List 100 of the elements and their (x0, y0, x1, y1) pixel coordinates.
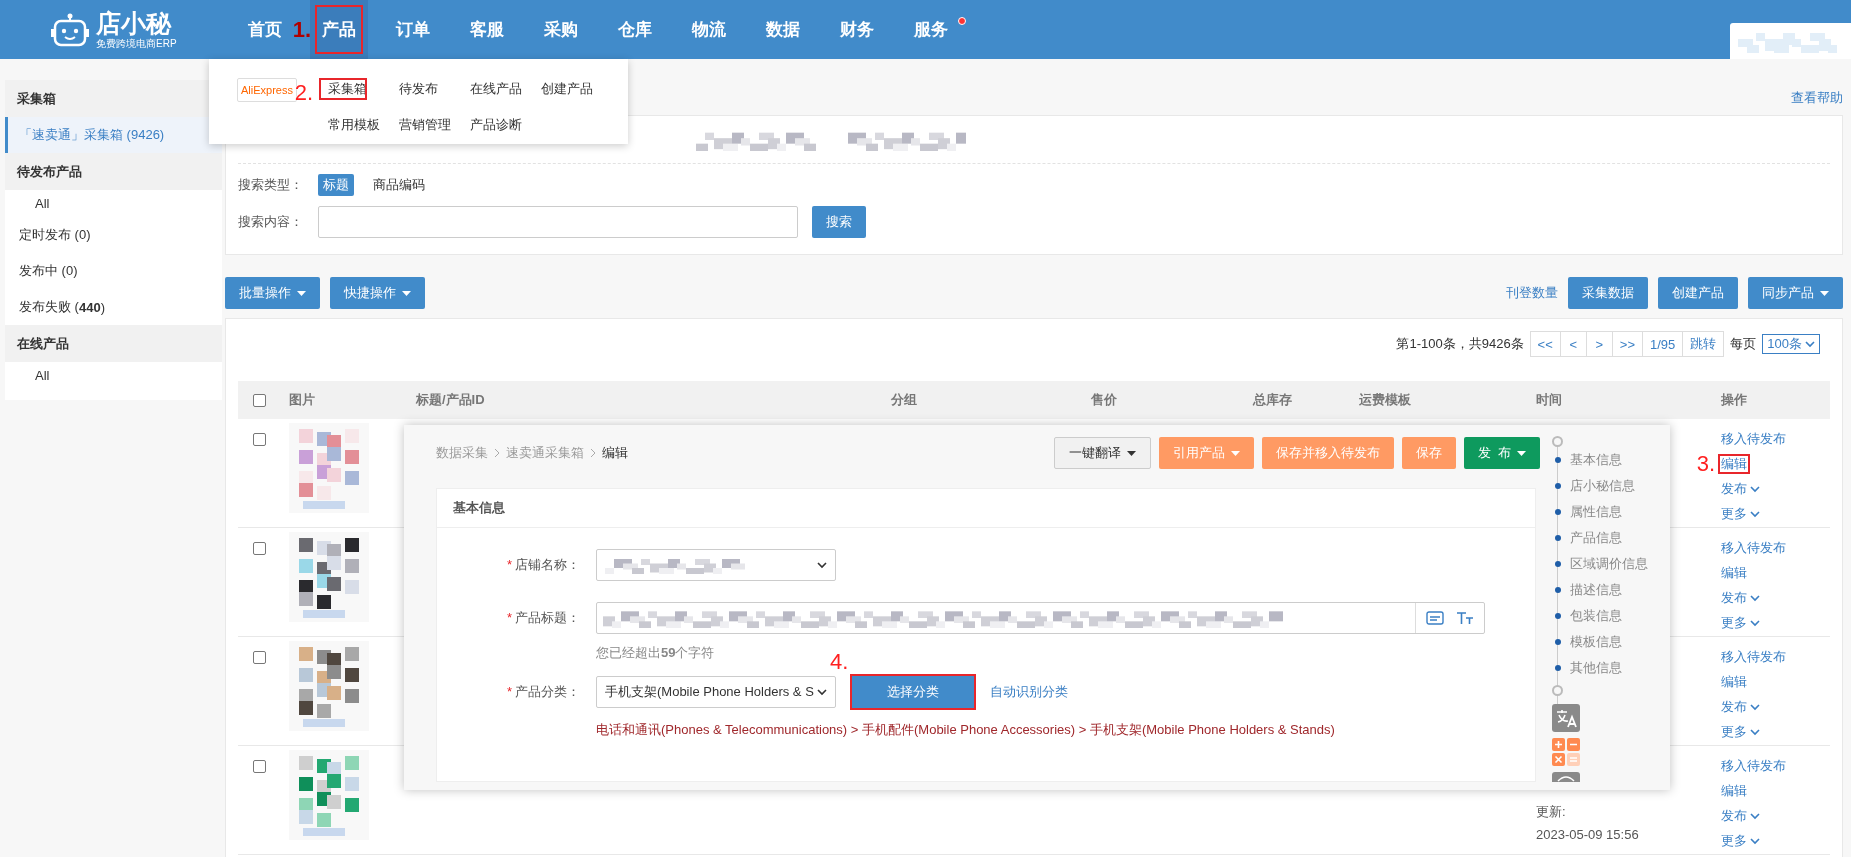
auto-detect-link[interactable]: 自动识别分类 (990, 683, 1068, 701)
editor-button[interactable]: 发 布 (1463, 437, 1540, 469)
row-checkbox[interactable] (253, 542, 266, 555)
toolbar-button[interactable]: 批量操作 (225, 277, 320, 309)
editor-button[interactable]: 一键翻译 (1053, 437, 1151, 469)
search-field[interactable] (318, 206, 798, 238)
nav-tab[interactable]: 仓库 (608, 0, 662, 59)
section-nav-item[interactable]: 模板信息 (1552, 629, 1670, 655)
pagination-button[interactable]: 1/95 (1643, 332, 1684, 356)
nav-tab[interactable]: 财务 (830, 0, 884, 59)
title-field[interactable] (596, 602, 1485, 634)
sidebar-item[interactable]: All (5, 362, 222, 389)
row-action-link[interactable]: 发布 (1718, 588, 1763, 608)
section-nav-item[interactable]: 店小秘信息 (1552, 473, 1670, 499)
select-all-checkbox[interactable] (253, 393, 266, 407)
row-action-link[interactable]: 发布 (1718, 806, 1763, 826)
breadcrumb-item[interactable]: 数据采集 (436, 444, 488, 462)
nav-tab[interactable]: 数据 (756, 0, 810, 59)
nav-tab[interactable]: 采购 (534, 0, 588, 59)
pagination-button[interactable]: << (1530, 332, 1561, 356)
row-action-link[interactable]: 编辑 (1718, 454, 1750, 474)
toolbar-button[interactable]: 创建产品 (1658, 277, 1738, 309)
menu-item[interactable]: 产品诊断 (461, 113, 522, 136)
sidebar-item[interactable]: 发布失败 (440) (5, 289, 222, 325)
breadcrumb-item[interactable]: 速卖通采集箱 (506, 444, 584, 462)
nav-tab[interactable]: 首页 (238, 0, 292, 59)
row-action-link[interactable]: 移入待发布 (1718, 538, 1789, 558)
step-marker: 3. (1696, 452, 1715, 476)
pagination-button[interactable]: < (1560, 332, 1587, 356)
menu-item[interactable]: 采集箱 (319, 78, 367, 100)
platform-logo[interactable]: AliExpress (237, 78, 297, 102)
caret-icon (1820, 290, 1829, 296)
field-label: 搜索类型： (238, 176, 304, 194)
sidebar-item[interactable]: 定时发布 (0) (5, 217, 222, 253)
column-header: 运费模板 (1359, 391, 1412, 409)
logo-name: 店小秘 (96, 8, 173, 37)
toolbar-button[interactable]: 同步产品 (1748, 277, 1843, 309)
chevron-down-icon (1750, 510, 1760, 518)
menu-item[interactable]: 营销管理 (390, 113, 451, 136)
menu-item[interactable]: 常用模板 (319, 113, 380, 136)
choose-category-button[interactable]: 选择分类 (852, 676, 974, 708)
section-nav-item[interactable]: 区域调价信息 (1552, 551, 1670, 577)
row-action-link[interactable]: 编辑 (1718, 672, 1750, 692)
row-action-link[interactable]: 移入待发布 (1718, 429, 1789, 449)
category-select[interactable]: 手机支架(Mobile Phone Holders & S (596, 676, 836, 708)
row-action-link[interactable]: 更多 (1718, 504, 1763, 524)
step-marker: 2. (294, 81, 313, 106)
row-action-link[interactable]: 移入待发布 (1718, 756, 1789, 776)
row-action-link[interactable]: 更多 (1718, 831, 1763, 851)
sidebar-item[interactable]: 「速卖通」采集箱 (9426) (5, 117, 222, 153)
section-nav-item[interactable]: 基本信息 (1552, 447, 1670, 473)
listing-count-link[interactable]: 刊登数量 (1506, 284, 1558, 302)
nav-tab[interactable]: 产品 (310, 0, 368, 59)
search-type-option[interactable]: 标题 (318, 174, 354, 196)
row-checkbox[interactable] (253, 651, 266, 664)
section-nav-item[interactable]: 描述信息 (1552, 577, 1670, 603)
pagination-button[interactable]: 跳转 (1683, 332, 1724, 356)
per-page-select[interactable]: 100条 (1762, 334, 1820, 354)
toolbar-button[interactable]: 采集数据 (1568, 277, 1648, 309)
nav-tab[interactable]: 物流 (682, 0, 736, 59)
row-action-link[interactable]: 发布 (1718, 479, 1763, 499)
row-checkbox[interactable] (253, 433, 266, 446)
toolbar-button[interactable]: 快捷操作 (330, 277, 425, 309)
image-text-icon[interactable] (1426, 611, 1444, 625)
menu-item[interactable]: 创建产品 (532, 78, 593, 100)
row-action-link[interactable]: 编辑 (1718, 781, 1750, 801)
row-action-link[interactable]: 移入待发布 (1718, 647, 1789, 667)
breadcrumb-item: 编辑 (602, 444, 628, 462)
translate-icon[interactable] (1552, 704, 1580, 732)
pagination-button[interactable]: >> (1612, 332, 1643, 356)
row-action-link[interactable]: 发布 (1718, 697, 1763, 717)
section-nav-item[interactable]: 产品信息 (1552, 525, 1670, 551)
help-link[interactable]: 查看帮助 (1791, 88, 1843, 107)
sidebar-item[interactable]: 发布中 (0) (5, 253, 222, 289)
pagination-button[interactable]: > (1586, 332, 1613, 356)
nav-tab[interactable]: 客服 (460, 0, 514, 59)
menu-item[interactable]: 在线产品 (461, 78, 522, 100)
nav-tab[interactable]: 订单 (386, 0, 440, 59)
row-action-link[interactable]: 更多 (1718, 613, 1763, 633)
field-label: 搜索内容： (238, 213, 304, 231)
search-type-option[interactable]: 商品编码 (368, 174, 430, 196)
search-button[interactable]: 搜索 (812, 206, 866, 238)
store-select[interactable] (596, 549, 836, 581)
row-action-link[interactable]: 更多 (1718, 722, 1763, 742)
section-nav-item[interactable]: 属性信息 (1552, 499, 1670, 525)
category-path: 电话和通讯(Phones & Telecommunications) > 手机配件(Mobile Phone Accessories) > 手机支架(Mobile Phone Holders & Stands) (596, 721, 1336, 739)
chevron-down-icon (1750, 812, 1760, 820)
menu-item[interactable]: 待发布 (390, 78, 438, 100)
font-size-icon[interactable] (1456, 611, 1474, 625)
chevron-down-icon (1805, 340, 1815, 348)
time-text: 更新: (1536, 803, 1567, 821)
caret-icon (297, 290, 306, 296)
nav-tab[interactable]: 服务 (904, 0, 958, 59)
row-checkbox[interactable] (253, 760, 266, 773)
section-nav-item[interactable]: 包装信息 (1552, 603, 1670, 629)
calculator-icon[interactable] (1552, 738, 1580, 766)
row-action-link[interactable]: 编辑 (1718, 563, 1750, 583)
column-header: 操作 (1721, 391, 1748, 409)
section-nav-item[interactable]: 其他信息 (1552, 655, 1670, 681)
sidebar-item[interactable]: All (5, 190, 222, 217)
